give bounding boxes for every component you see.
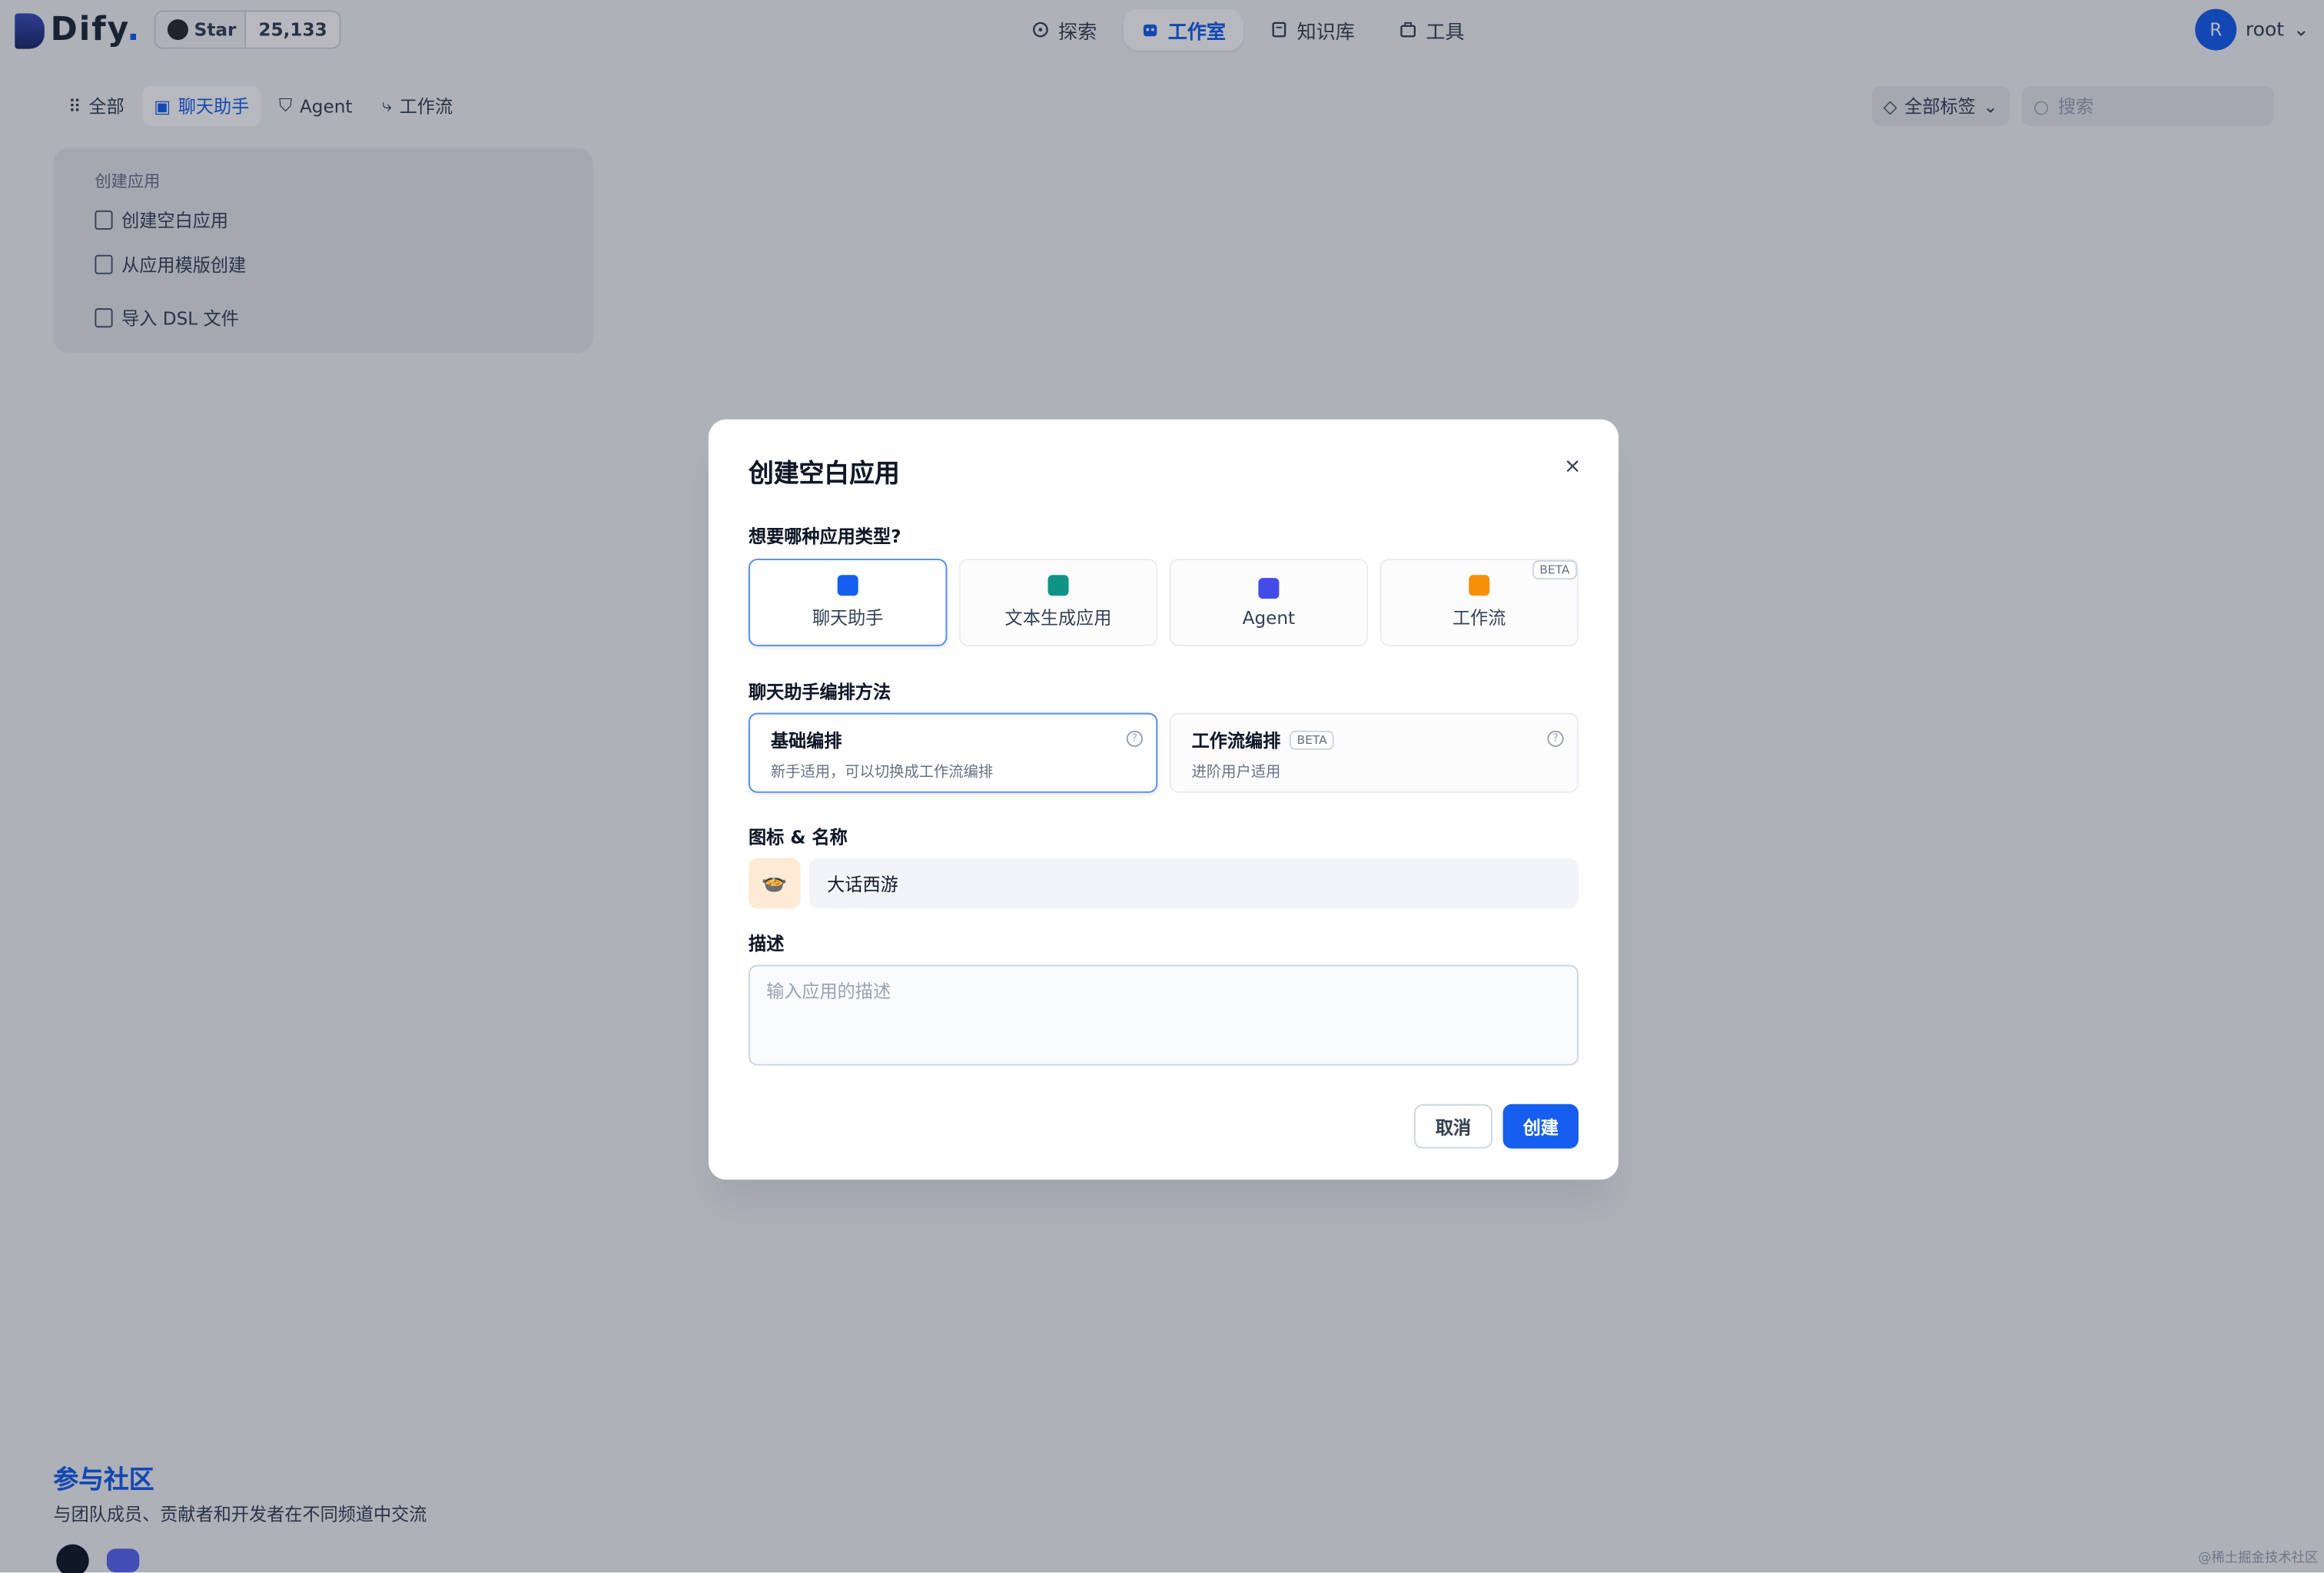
description-label: 描述 <box>748 934 785 955</box>
app-type-label-chat: 聊天助手 <box>812 607 884 629</box>
app-type-label-text: 文本生成应用 <box>1004 607 1112 629</box>
help-icon[interactable]: ? <box>1126 730 1143 748</box>
description-textarea[interactable] <box>748 964 1579 1066</box>
chat-bot-icon <box>837 575 858 596</box>
app-name-input[interactable] <box>809 858 1579 909</box>
help-icon[interactable]: ? <box>1547 730 1564 748</box>
app-type-chat-assistant[interactable]: 聊天助手 <box>748 559 948 646</box>
orchestration-options: 基础编排 新手适用，可以切换成工作流编排 ? 工作流编排 BETA 进阶用户适用… <box>748 712 1579 793</box>
mode-workflow[interactable]: 工作流编排 BETA 进阶用户适用 ? <box>1169 712 1579 793</box>
icon-name-label: 图标 & 名称 <box>748 827 848 848</box>
create-app-modal: 创建空白应用 × 想要哪种应用类型? 聊天助手 文本生成应用 Agent 工作流… <box>708 419 1619 1180</box>
app-type-label-agent: Agent <box>1242 606 1296 628</box>
icon-name-row: 🍲 <box>748 858 1579 909</box>
workflow-icon <box>1469 575 1490 596</box>
beta-badge: BETA <box>1532 560 1578 580</box>
mode-basic-subtitle: 新手适用，可以切换成工作流编排 <box>770 765 994 782</box>
mode-basic-title: 基础编排 <box>770 730 842 752</box>
app-root: Dify. Star 25,133 探索 工作室 知识库 工具 R root ⌄… <box>0 0 2324 1573</box>
orchestration-label: 聊天助手编排方法 <box>748 682 891 703</box>
app-type-options: 聊天助手 文本生成应用 Agent 工作流 BETA <box>748 559 1579 646</box>
app-type-label-workflow: 工作流 <box>1452 607 1506 629</box>
agent-robot-icon <box>1258 577 1280 599</box>
app-type-workflow[interactable]: 工作流 BETA <box>1379 559 1579 646</box>
mode-basic[interactable]: 基础编排 新手适用，可以切换成工作流编排 ? <box>748 712 1158 793</box>
create-button[interactable]: 创建 <box>1502 1103 1579 1149</box>
app-type-agent[interactable]: Agent <box>1169 559 1369 646</box>
app-icon-picker[interactable]: 🍲 <box>748 858 801 909</box>
app-type-text-generation[interactable]: 文本生成应用 <box>958 559 1158 646</box>
mode-workflow-subtitle: 进阶用户适用 <box>1191 765 1281 782</box>
cancel-button[interactable]: 取消 <box>1413 1103 1493 1149</box>
mode-workflow-title: 工作流编排 <box>1191 730 1281 752</box>
app-type-label: 想要哪种应用类型? <box>748 526 901 547</box>
modal-title: 创建空白应用 <box>748 459 900 489</box>
text-sparkle-icon <box>1047 575 1069 596</box>
beta-badge: BETA <box>1289 730 1335 750</box>
close-icon[interactable]: × <box>1562 456 1583 477</box>
